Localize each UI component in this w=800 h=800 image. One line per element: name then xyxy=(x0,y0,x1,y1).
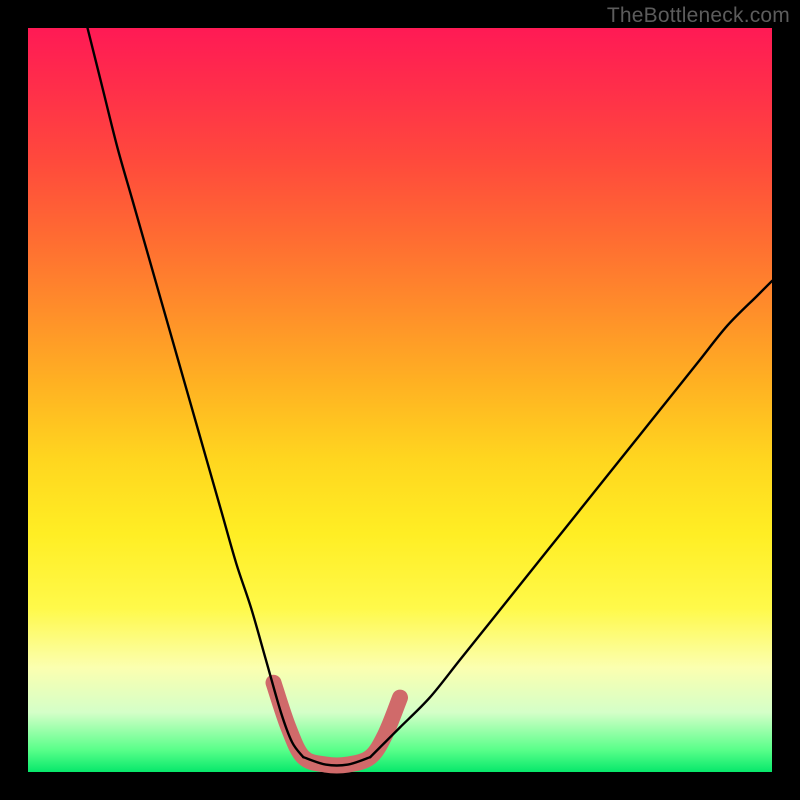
valley-highlight xyxy=(274,683,400,766)
right-branch-curve xyxy=(370,281,772,757)
watermark-text: TheBottleneck.com xyxy=(607,4,790,28)
chart-frame: TheBottleneck.com xyxy=(0,0,800,800)
left-branch-curve xyxy=(88,28,304,757)
curve-layer xyxy=(28,28,772,772)
plot-area xyxy=(28,28,772,772)
